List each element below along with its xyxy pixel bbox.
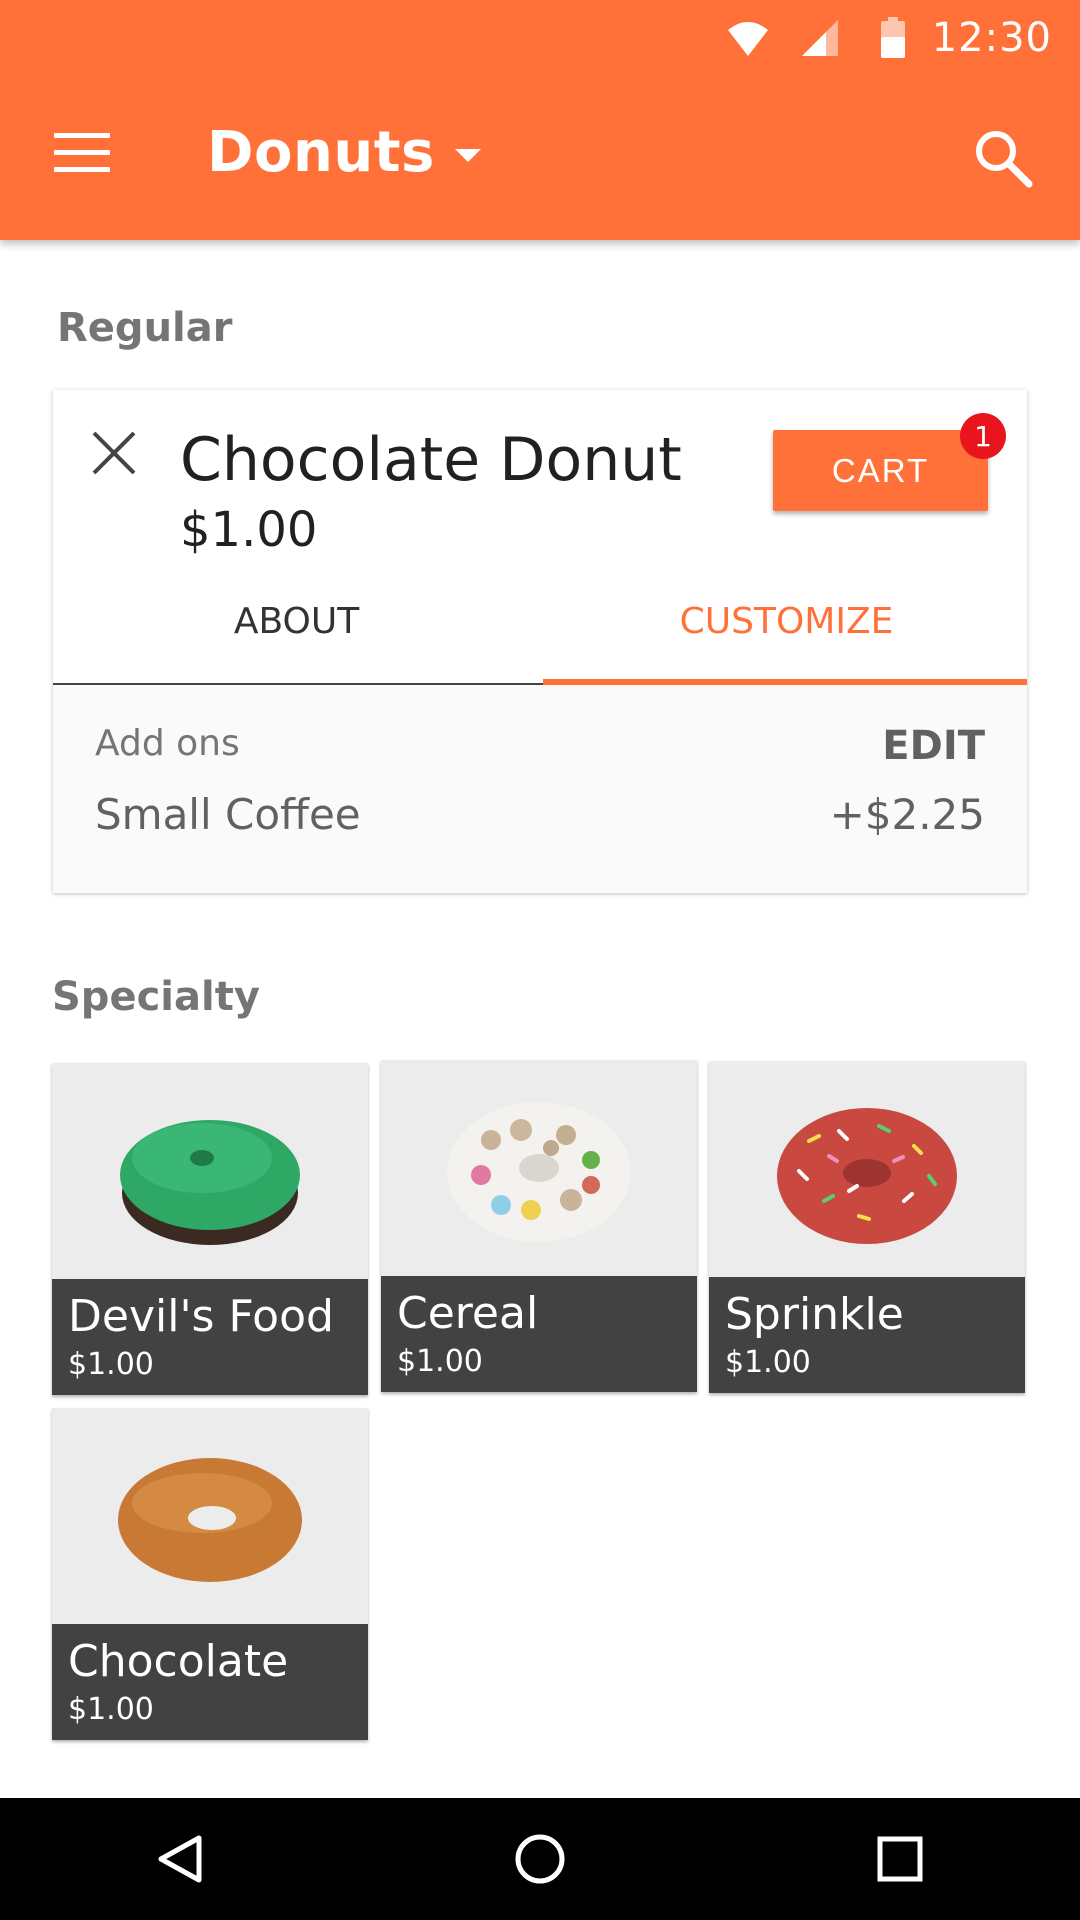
section-title-specialty: Specialty (52, 974, 260, 1020)
product-tile-cereal[interactable]: Cereal $1.00 (381, 1060, 697, 1392)
category-dropdown[interactable]: Donuts (207, 120, 481, 185)
selected-item-card: Chocolate Donut $1.00 CART 1 ABOUT CUSTO… (53, 390, 1027, 893)
addons-panel: Add ons EDIT Small Coffee +$2.25 (53, 685, 1027, 893)
search-icon[interactable] (973, 128, 1033, 188)
recents-button[interactable] (860, 1819, 940, 1899)
home-button[interactable] (500, 1819, 580, 1899)
product-price: $1.00 (68, 1347, 154, 1382)
product-tile-chocolate[interactable]: Chocolate $1.00 (52, 1408, 368, 1740)
cart-button[interactable]: CART (773, 430, 988, 511)
product-price: $1.00 (68, 1692, 154, 1727)
signal-icon (801, 19, 838, 56)
recents-icon (877, 1836, 923, 1882)
product-name: Devil's Food (68, 1291, 334, 1342)
navigation-bar (0, 1798, 1080, 1920)
back-button[interactable] (140, 1819, 220, 1899)
addons-label: Add ons (95, 723, 240, 764)
cart-count-badge: 1 (960, 413, 1006, 459)
menu-icon[interactable] (54, 133, 110, 173)
page-title: Donuts (207, 120, 435, 185)
donut-photo (52, 1408, 368, 1624)
back-icon (158, 1835, 202, 1883)
item-name: Chocolate Donut (180, 425, 682, 495)
addon-price: +$2.25 (829, 790, 985, 839)
product-tile-sprinkle[interactable]: Sprinkle $1.00 (709, 1061, 1025, 1393)
product-price: $1.00 (397, 1344, 483, 1379)
section-title-regular: Regular (57, 305, 233, 351)
wifi-icon (727, 21, 768, 56)
donut-photo (709, 1061, 1025, 1277)
edit-addons-button[interactable]: EDIT (882, 723, 985, 769)
item-price: $1.00 (180, 502, 318, 558)
product-name: Cereal (397, 1288, 539, 1339)
status-bar: 12:30 (726, 0, 1080, 75)
product-price: $1.00 (725, 1345, 811, 1380)
tab-about[interactable]: ABOUT (53, 560, 540, 683)
addon-name: Small Coffee (95, 790, 361, 839)
product-name: Sprinkle (725, 1289, 904, 1340)
close-icon[interactable] (91, 430, 137, 476)
product-name: Chocolate (68, 1636, 289, 1687)
clock: 12:30 (931, 14, 1052, 61)
tab-customize[interactable]: CUSTOMIZE (543, 560, 1030, 683)
donut-photo (52, 1063, 368, 1279)
home-icon (515, 1834, 565, 1884)
donut-photo (381, 1060, 697, 1276)
caret-down-icon (454, 149, 481, 162)
battery-icon (880, 16, 905, 58)
product-tile-devils-food[interactable]: Devil's Food $1.00 (52, 1063, 368, 1395)
item-tabs: ABOUT CUSTOMIZE (53, 560, 1027, 685)
app-bar: 12:30 Donuts (0, 0, 1080, 240)
